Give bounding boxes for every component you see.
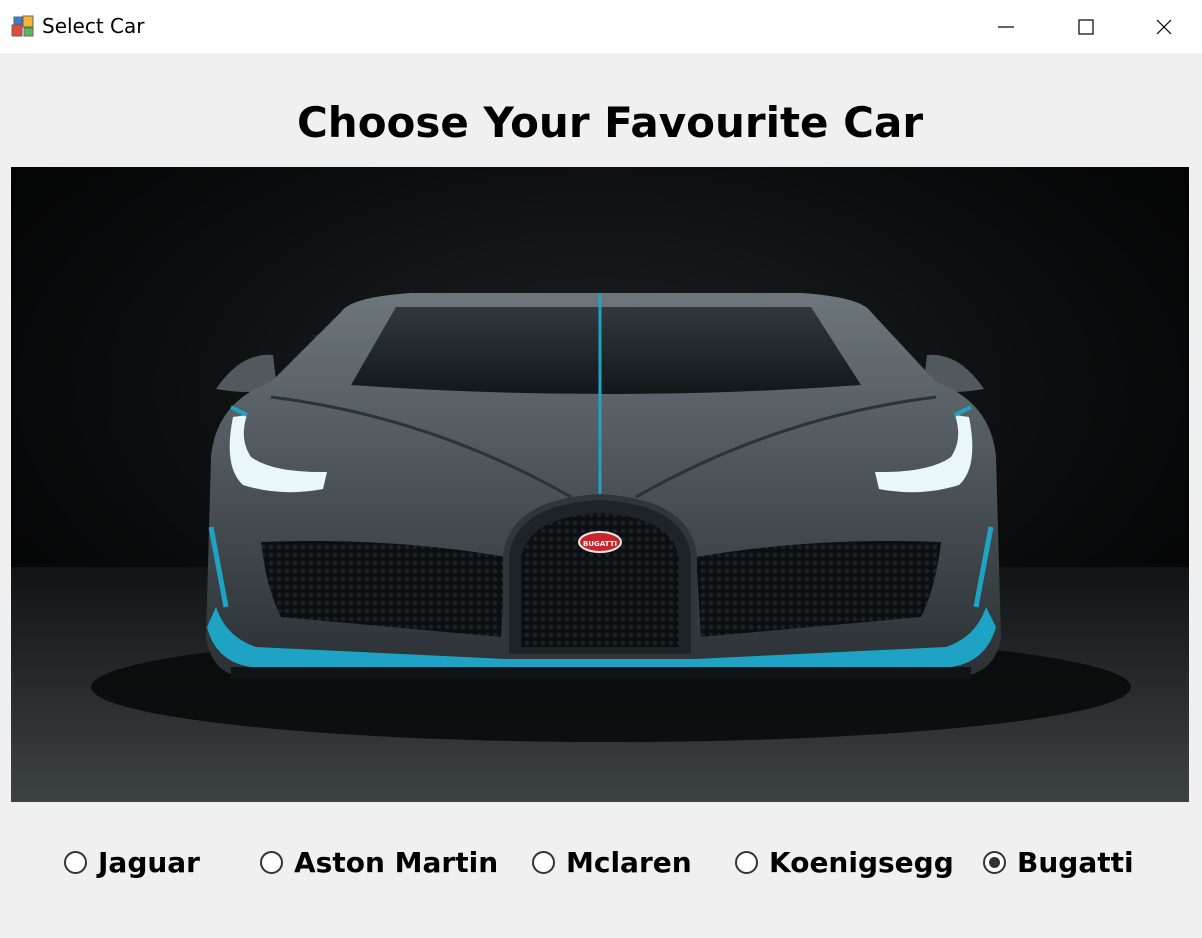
minimize-icon	[998, 25, 1014, 28]
radio-koenigsegg[interactable]: Koenigsegg	[735, 840, 954, 884]
radio-label: Mclaren	[566, 845, 692, 879]
radio-bugatti[interactable]: Bugatti	[983, 840, 1134, 884]
radio-label: Bugatti	[1017, 845, 1134, 879]
car-options: Jaguar Aston Martin Mclaren Koenigsegg B…	[0, 840, 1202, 884]
page-heading: Choose Your Favourite Car	[296, 98, 924, 147]
radio-indicator[interactable]	[735, 850, 758, 874]
car-picture: BUGATTI	[11, 167, 1189, 802]
window-title: Select Car	[42, 14, 145, 38]
close-icon	[1156, 19, 1172, 34]
app-icon	[11, 14, 35, 38]
radio-indicator[interactable]	[64, 850, 87, 874]
close-button[interactable]	[1126, 0, 1202, 53]
radio-indicator[interactable]	[260, 850, 283, 874]
maximize-button[interactable]	[1046, 0, 1126, 53]
radio-label: Aston Martin	[294, 845, 499, 879]
radio-indicator[interactable]	[983, 850, 1006, 874]
minimize-button[interactable]	[966, 0, 1046, 53]
radio-aston-martin[interactable]: Aston Martin	[260, 840, 498, 884]
radio-label: Jaguar	[98, 845, 200, 879]
radio-label: Koenigsegg	[769, 845, 954, 879]
title-bar: Select Car	[0, 0, 1202, 53]
radio-jaguar[interactable]: Jaguar	[64, 840, 200, 884]
car-badge-text: BUGATTI	[583, 540, 617, 548]
maximize-icon	[1078, 18, 1094, 35]
radio-mclaren[interactable]: Mclaren	[532, 840, 692, 884]
radio-indicator[interactable]	[532, 850, 555, 874]
